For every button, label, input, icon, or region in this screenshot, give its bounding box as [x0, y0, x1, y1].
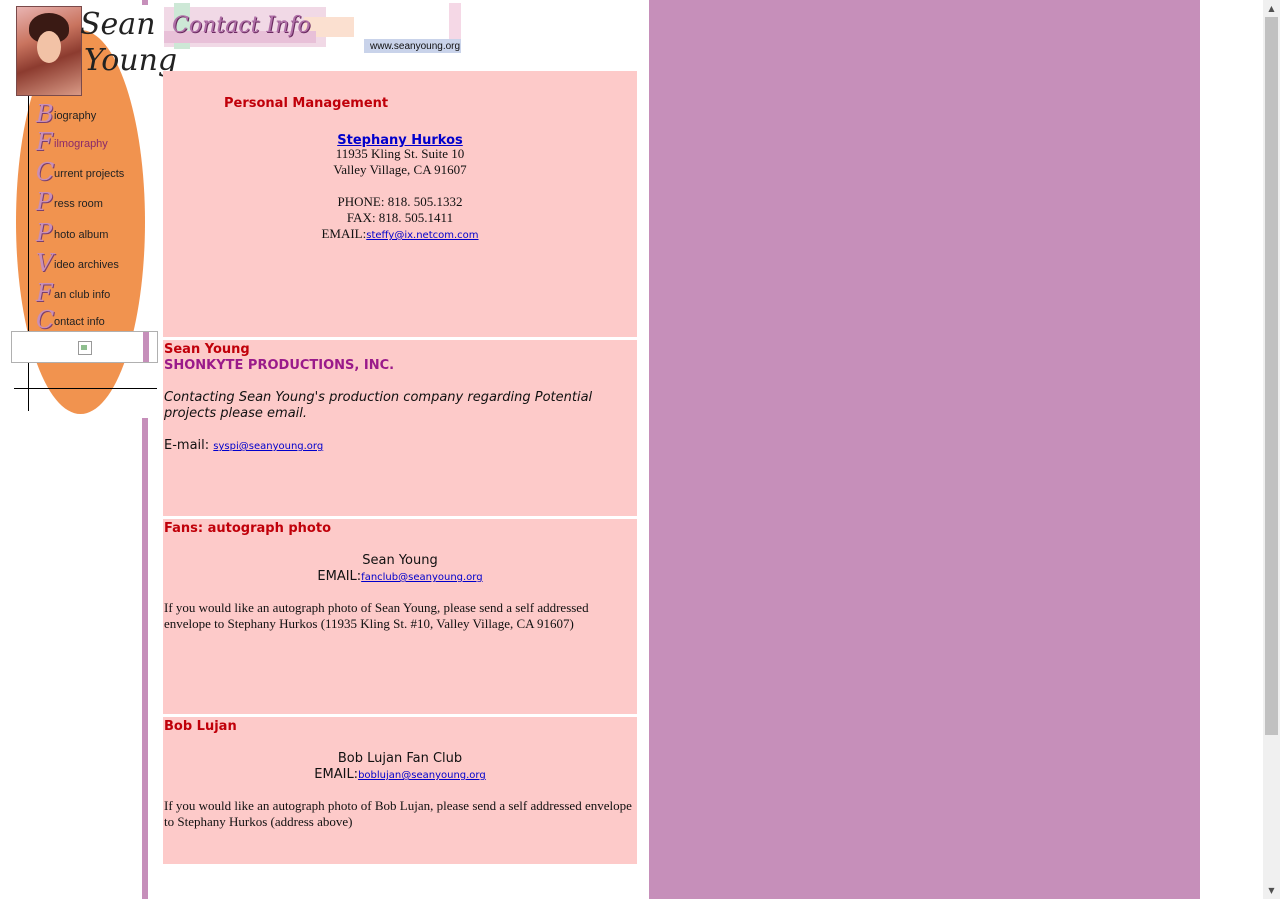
- fans-heading: Fans: autograph photo: [164, 521, 331, 536]
- left-stripe-top: [142, 0, 148, 5]
- nav-label: ress room: [54, 198, 103, 210]
- scroll-up-arrow-icon[interactable]: ▲: [1263, 0, 1280, 17]
- production-panel: Sean Young SHONKYTE PRODUCTIONS, INC. Co…: [163, 340, 637, 516]
- nav-label: ontact info: [54, 316, 105, 328]
- page-title-banner: Contact Info: [164, 3, 354, 51]
- lujan-panel: Bob Lujan Bob Lujan Fan Club EMAIL:boblu…: [163, 717, 637, 864]
- nav-initial: F: [36, 279, 53, 307]
- scroll-down-arrow-icon[interactable]: ▼: [1263, 882, 1280, 899]
- production-email-link[interactable]: syspi@seanyoung.org: [213, 441, 323, 452]
- manager-phone: PHONE: 818. 505.1332: [337, 194, 463, 209]
- fans-panel: Fans: autograph photo Sean Young EMAIL:f…: [163, 519, 637, 714]
- lujan-heading: Bob Lujan: [164, 719, 237, 734]
- nav-divider-horizontal: [14, 388, 157, 389]
- nav-box-accent: [143, 332, 149, 362]
- nav-initial: F: [36, 128, 53, 156]
- nav-initial: P: [36, 188, 53, 216]
- fans-note: If you would like an autograph photo of …: [164, 600, 589, 631]
- manager-address-line2: Valley Village, CA 91607: [333, 162, 467, 177]
- nav-item-fan-club-info[interactable]: F an club info: [36, 279, 146, 307]
- fans-email-link[interactable]: fanclub@seanyoung.org: [361, 572, 482, 583]
- fans-contact-name: Sean Young: [362, 553, 438, 568]
- broken-image-icon[interactable]: [78, 341, 92, 355]
- manager-address-line1: 11935 Kling St. Suite 10: [335, 146, 465, 161]
- nav-item-current-projects[interactable]: C urrent projects: [36, 158, 146, 186]
- site-url-badge: www.seanyoung.org: [364, 3, 462, 53]
- nav-item-photo-album[interactable]: P hoto album: [36, 219, 146, 247]
- lujan-club-name: Bob Lujan Fan Club: [337, 751, 463, 766]
- production-email-label: E-mail:: [164, 438, 210, 453]
- site-logo[interactable]: Sean Young: [72, 6, 177, 86]
- page-title: Contact Info: [172, 13, 311, 38]
- nav-label: ilmography: [54, 138, 108, 150]
- nav-item-video-archives[interactable]: V ideo archives: [36, 249, 146, 277]
- nav-initial: C: [36, 158, 55, 186]
- nav-label: hoto album: [54, 229, 109, 241]
- vertical-scrollbar[interactable]: ▲ ▼: [1263, 0, 1280, 899]
- manager-email-link[interactable]: steffy@ix.netcom.com: [366, 230, 478, 241]
- site-url: www.seanyoung.org: [370, 41, 461, 52]
- lujan-email-link[interactable]: boblujan@seanyoung.org: [358, 770, 486, 781]
- production-company-name: SHONKYTE PRODUCTIONS, INC.: [164, 358, 395, 373]
- production-heading: Sean Young: [164, 342, 250, 357]
- logo-first-name: Sean: [80, 7, 156, 42]
- nav-initial: C: [36, 306, 55, 334]
- manager-email-label: EMAIL:: [321, 226, 367, 241]
- nav-item-press-room[interactable]: P ress room: [36, 188, 146, 216]
- nav-label: an club info: [54, 289, 111, 301]
- production-description: Contacting Sean Young's production compa…: [164, 390, 593, 421]
- nav-label: iography: [54, 110, 97, 122]
- manager-fax: FAX: 818. 505.1411: [346, 210, 454, 225]
- nav-label: urrent projects: [54, 168, 125, 180]
- nav-item-biography[interactable]: B iography: [36, 100, 146, 128]
- nav-initial: P: [36, 219, 53, 247]
- right-decorative-panel: [649, 0, 1200, 899]
- fans-email-label: EMAIL:: [317, 569, 362, 584]
- nav-initial: V: [36, 249, 54, 277]
- scroll-thumb[interactable]: [1265, 17, 1278, 735]
- lujan-note: If you would like an autograph photo of …: [164, 798, 632, 829]
- nav-image-box: [11, 331, 158, 363]
- management-heading: Personal Management: [224, 96, 389, 111]
- nav-divider-vertical: [28, 96, 29, 411]
- nav-initial: B: [36, 100, 54, 128]
- nav-item-filmography[interactable]: F ilmography: [36, 128, 146, 156]
- lujan-email-label: EMAIL:: [314, 767, 359, 782]
- management-panel: Personal Management Stephany Hurkos 1193…: [163, 71, 637, 337]
- nav-label: ideo archives: [54, 259, 119, 271]
- left-stripe: [142, 418, 148, 899]
